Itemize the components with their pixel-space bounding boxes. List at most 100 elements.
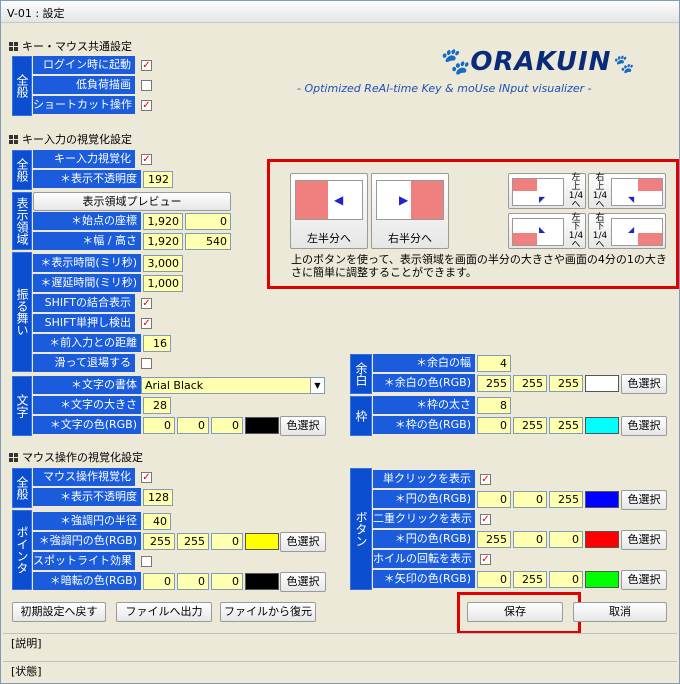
cancel-button[interactable]: 取消 xyxy=(573,602,667,622)
login-start-checkbox[interactable]: ✓ xyxy=(141,60,152,71)
font-size-input[interactable]: 28 xyxy=(143,397,171,414)
frame-g-input[interactable]: 255 xyxy=(513,417,547,434)
shift-combine-checkbox[interactable]: ✓ xyxy=(141,298,152,309)
tab-margin: 余白 xyxy=(350,354,372,394)
paw-icon: 🐾 xyxy=(611,54,635,75)
reset-button[interactable]: 初期設定へ戻す xyxy=(12,602,106,622)
margin-g-input[interactable]: 255 xyxy=(513,375,547,392)
pointer-b-input[interactable]: 0 xyxy=(211,533,243,550)
app-logo: 🐾ORAKUIN🐾 xyxy=(437,47,635,77)
region-preview-button[interactable]: 表示領域プレビュー xyxy=(33,192,231,211)
font-select[interactable]: Arial Black ▼ xyxy=(141,377,325,394)
double-b-input[interactable]: 0 xyxy=(549,531,583,548)
low-load-checkbox[interactable] xyxy=(141,80,152,91)
radius-label: ＊強調円の半径 xyxy=(33,512,141,530)
tab-key-region: 表示領域 xyxy=(12,192,32,250)
app-tagline: - Optimized ReAl-time Key & moUse INput … xyxy=(297,82,592,95)
double-click-label: 二重クリックを表示 xyxy=(373,510,475,528)
frame-thick-input[interactable]: 8 xyxy=(477,397,511,414)
wheel-b-input[interactable]: 0 xyxy=(549,571,583,588)
region-helper-description: 上のボタンを使って、表示領域を画面の半分の大きさや画面の4分の1の大きさに簡単に… xyxy=(291,253,667,279)
text-color-pick-button[interactable]: 色選択 xyxy=(280,416,326,436)
margin-r-input[interactable]: 255 xyxy=(477,375,511,392)
wheel-g-input[interactable]: 255 xyxy=(513,571,547,588)
frame-color-pick-button[interactable]: 色選択 xyxy=(621,416,667,436)
double-click-checkbox[interactable]: ✓ xyxy=(480,514,491,525)
wheel-r-input[interactable]: 0 xyxy=(477,571,511,588)
bottom-right-quarter-button[interactable]: 右下 1/4 へ ◢ xyxy=(588,213,666,250)
single-b-input[interactable]: 255 xyxy=(549,491,583,508)
delay-time-input[interactable]: 1,000 xyxy=(143,275,183,292)
shift-single-checkbox[interactable]: ✓ xyxy=(141,318,152,329)
text-r-input[interactable]: 0 xyxy=(143,417,175,434)
double-r-input[interactable]: 255 xyxy=(477,531,511,548)
key-visualize-checkbox[interactable]: ✓ xyxy=(141,154,152,165)
double-color-pick-button[interactable]: 色選択 xyxy=(621,530,667,550)
dark-r-input[interactable]: 0 xyxy=(143,573,175,590)
width-input[interactable]: 1,920 xyxy=(143,233,183,250)
dark-color-label: ＊暗転の色(RGB) xyxy=(33,572,141,590)
mouse-opacity-label: ＊表示不透明度 xyxy=(33,488,141,506)
single-color-pick-button[interactable]: 色選択 xyxy=(621,490,667,510)
margin-width-input[interactable]: 4 xyxy=(477,355,511,372)
single-click-checkbox[interactable]: ✓ xyxy=(480,474,491,485)
margin-color-pick-button[interactable]: 色選択 xyxy=(621,374,667,394)
spotlight-checkbox[interactable] xyxy=(141,556,152,567)
margin-color-label: ＊余白の色(RGB) xyxy=(373,374,475,392)
start-x-input[interactable]: 1,920 xyxy=(143,213,183,230)
pointer-g-input[interactable]: 255 xyxy=(177,533,209,550)
text-color-label: ＊文字の色(RGB) xyxy=(33,416,141,434)
pointer-r-input[interactable]: 255 xyxy=(143,533,175,550)
top-left-quarter-button[interactable]: ◤ 左上 1/4 へ xyxy=(508,173,586,210)
top-right-preview: ◥ xyxy=(611,178,663,206)
text-b-input[interactable]: 0 xyxy=(211,417,243,434)
double-g-input[interactable]: 0 xyxy=(513,531,547,548)
key-opacity-input[interactable]: 192 xyxy=(143,171,173,188)
left-half-button[interactable]: ◀ 左半分へ xyxy=(290,173,368,249)
top-right-quarter-button[interactable]: 右上 1/4 へ ◥ xyxy=(588,173,666,210)
slide-exit-checkbox[interactable] xyxy=(141,358,152,369)
right-half-button[interactable]: ▶ 右半分へ xyxy=(371,173,449,249)
dark-g-input[interactable]: 0 xyxy=(177,573,209,590)
wheel-label: ホイルの回転を表示 xyxy=(373,550,475,568)
title-bar: V-01 : 設定 xyxy=(1,1,679,23)
mouse-visualize-checkbox[interactable]: ✓ xyxy=(141,472,152,483)
display-time-input[interactable]: 3,000 xyxy=(143,255,183,272)
mouse-opacity-input[interactable]: 128 xyxy=(143,489,173,506)
shortcut-checkbox[interactable]: ✓ xyxy=(141,100,152,111)
prev-distance-input[interactable]: 16 xyxy=(143,335,171,352)
height-input[interactable]: 540 xyxy=(185,233,231,250)
status-bar: [状態] xyxy=(3,661,677,681)
radius-input[interactable]: 40 xyxy=(143,513,171,530)
low-load-label: 低負荷描画 xyxy=(33,76,135,94)
right-half-preview: ▶ xyxy=(376,180,444,220)
dark-b-input[interactable]: 0 xyxy=(211,573,243,590)
font-label: ＊文字の書体 xyxy=(33,376,141,394)
margin-b-input[interactable]: 255 xyxy=(549,375,583,392)
mouse-visualize-label: マウス操作視覚化 xyxy=(33,468,135,486)
frame-b-input[interactable]: 255 xyxy=(549,417,583,434)
export-button[interactable]: ファイルへ出力 xyxy=(116,602,212,622)
save-button[interactable]: 保存 xyxy=(467,602,563,622)
single-r-input[interactable]: 0 xyxy=(477,491,511,508)
bottom-left-quarter-button[interactable]: ◣ 左下 1/4 へ xyxy=(508,213,586,250)
dark-color-swatch xyxy=(245,573,279,590)
tab-mouse-general: 全般 xyxy=(12,468,32,508)
frame-r-input[interactable]: 0 xyxy=(477,417,511,434)
arrow-down-right-icon: ◢ xyxy=(628,225,635,234)
chevron-down-icon[interactable]: ▼ xyxy=(310,378,324,393)
pointer-color-pick-button[interactable]: 色選択 xyxy=(280,532,326,552)
arrow-up-left-icon: ◤ xyxy=(539,195,546,204)
import-button[interactable]: ファイルから復元 xyxy=(220,602,316,622)
single-color-swatch xyxy=(585,491,619,508)
start-y-input[interactable]: 0 xyxy=(185,213,231,230)
bottom-right-preview: ◢ xyxy=(611,218,663,246)
single-g-input[interactable]: 0 xyxy=(513,491,547,508)
bottom-left-preview: ◣ xyxy=(512,218,564,246)
wheel-color-pick-button[interactable]: 色選択 xyxy=(621,570,667,590)
text-g-input[interactable]: 0 xyxy=(177,417,209,434)
description-bar: [説明] xyxy=(3,633,677,653)
wheel-checkbox[interactable]: ✓ xyxy=(480,554,491,565)
arrow-left-icon: ◀ xyxy=(334,193,344,207)
dark-color-pick-button[interactable]: 色選択 xyxy=(280,572,326,592)
